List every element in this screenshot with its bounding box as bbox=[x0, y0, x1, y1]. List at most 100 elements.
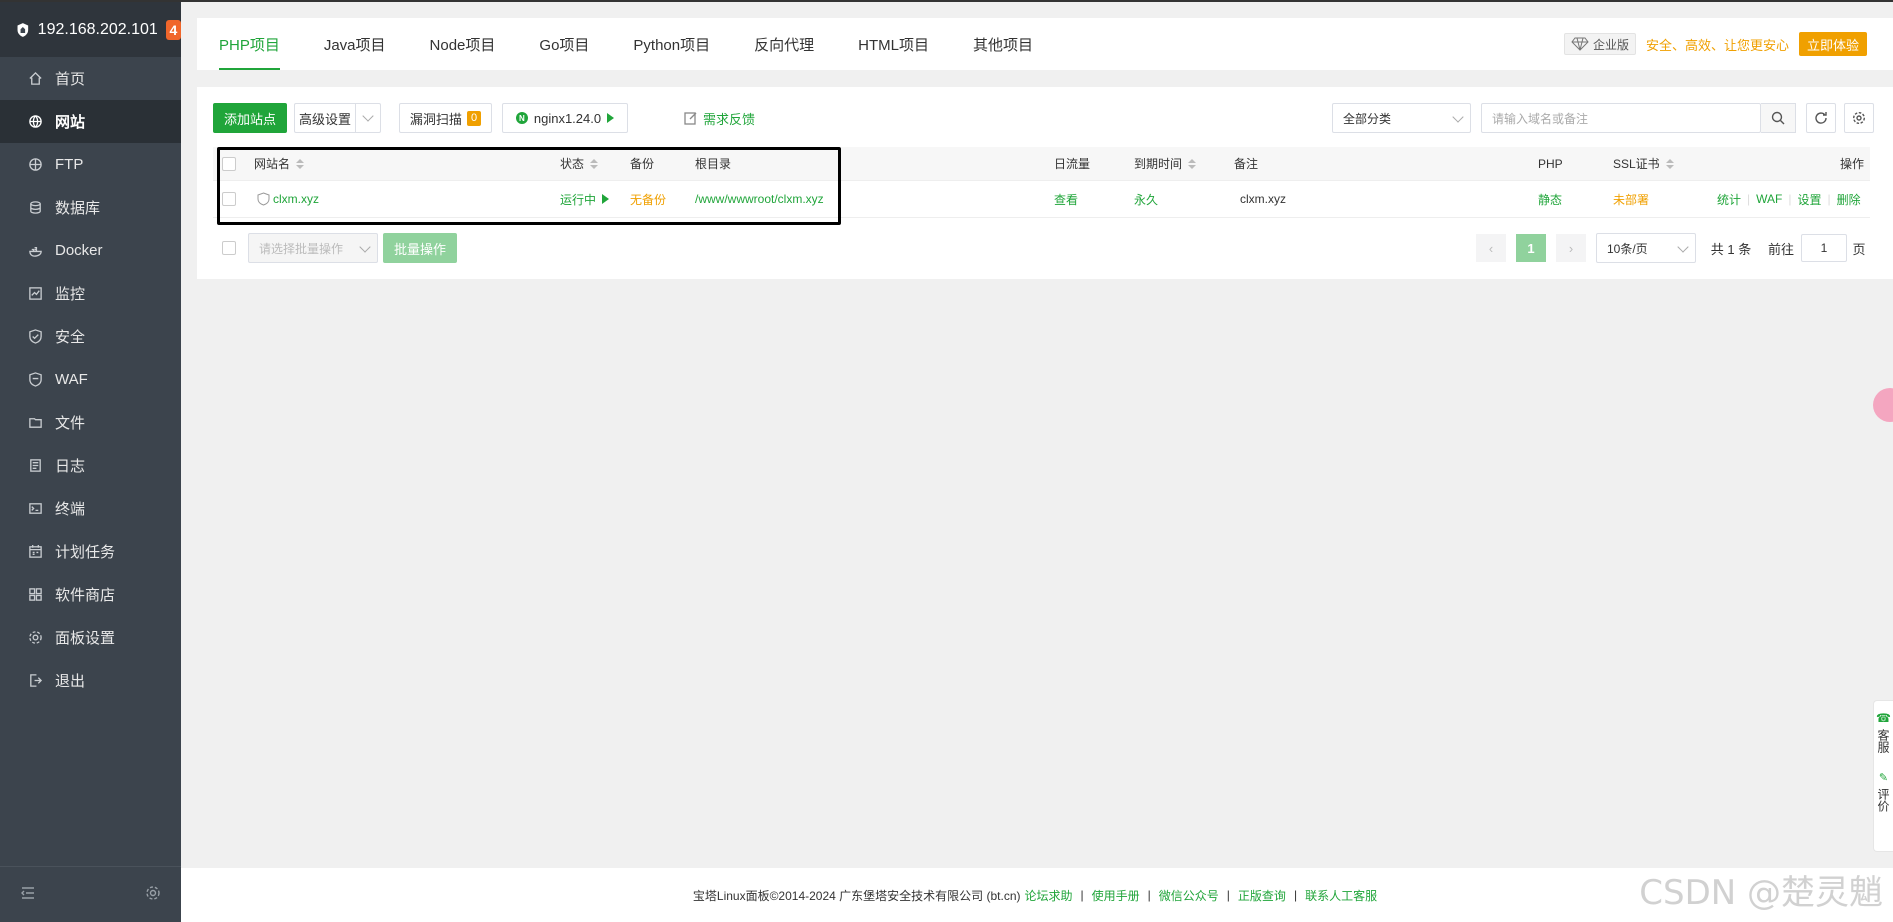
sidebar-item-cron[interactable]: 计划任务 bbox=[0, 530, 181, 573]
sidebar-menu: 首页 网站 FTP 数据库 Docker 监控 安全 WAF 文件 日志 终端 … bbox=[0, 57, 181, 702]
page-1-button[interactable]: 1 bbox=[1516, 234, 1546, 262]
search-button[interactable] bbox=[1761, 103, 1796, 133]
sidebar-item-label: 计划任务 bbox=[55, 544, 116, 561]
log-icon bbox=[27, 458, 43, 474]
footer-link-support[interactable]: 联系人工客服 bbox=[1305, 887, 1377, 904]
footer: 宝塔Linux面板©2014-2024 广东堡塔安全技术有限公司 (bt.cn)… bbox=[181, 868, 1893, 922]
footer-link-forum[interactable]: 论坛求助 bbox=[1025, 887, 1073, 904]
status-running[interactable]: 运行中 bbox=[560, 181, 610, 217]
col-site-name[interactable]: 网站名 bbox=[254, 147, 305, 180]
ssl-status-link[interactable]: 未部署 bbox=[1613, 181, 1649, 217]
footer-link-wechat[interactable]: 微信公众号 bbox=[1159, 887, 1219, 904]
tab-go[interactable]: Go项目 bbox=[517, 18, 611, 70]
sidebar-item-files[interactable]: 文件 bbox=[0, 401, 181, 444]
collapse-sidebar-icon[interactable] bbox=[20, 885, 36, 904]
try-now-button[interactable]: 立即体验 bbox=[1798, 32, 1867, 56]
row-actions: 统计 | WAF | 设置 | 删除 bbox=[1717, 191, 1861, 208]
tab-other[interactable]: 其他项目 bbox=[951, 18, 1055, 70]
col-status[interactable]: 状态 bbox=[560, 147, 599, 180]
col-ssl[interactable]: SSL证书 bbox=[1613, 147, 1674, 180]
remark-field[interactable]: clxm.xyz bbox=[1240, 181, 1286, 217]
sidebar-item-website[interactable]: 网站 bbox=[0, 100, 181, 143]
sidebar-item-waf[interactable]: WAF bbox=[0, 358, 181, 401]
col-traffic: 日流量 bbox=[1054, 157, 1091, 171]
tab-java[interactable]: Java项目 bbox=[302, 18, 408, 70]
php-version-link[interactable]: 静态 bbox=[1538, 181, 1562, 217]
refresh-button[interactable] bbox=[1806, 103, 1836, 133]
expire-link[interactable]: 永久 bbox=[1134, 181, 1158, 217]
settings-link[interactable]: 设置 bbox=[1797, 191, 1821, 208]
prev-page-button[interactable]: ‹ bbox=[1476, 234, 1506, 262]
footer-link-license[interactable]: 正版查询 bbox=[1238, 887, 1286, 904]
col-expire[interactable]: 到期时间 bbox=[1134, 147, 1197, 180]
play-icon bbox=[607, 113, 615, 123]
goto-page-input[interactable]: 1 bbox=[1801, 234, 1847, 262]
tab-reverse-proxy[interactable]: 反向代理 bbox=[732, 18, 836, 70]
panel-logo-icon bbox=[17, 22, 29, 37]
feedback-link[interactable]: 需求反馈 bbox=[684, 103, 755, 133]
site-list-panel: 添加站点 高级设置 漏洞扫描 0 Nnginx1.24.0 需求反馈 全部分类 请… bbox=[197, 87, 1893, 279]
root-dir-link[interactable]: /www/wwwroot/clxm.xyz bbox=[695, 181, 824, 217]
backup-link[interactable]: 无备份 bbox=[630, 181, 666, 217]
headset-icon: ☎ bbox=[1876, 711, 1891, 725]
row-checkbox[interactable] bbox=[222, 181, 236, 217]
sidebar-item-ftp[interactable]: FTP bbox=[0, 143, 181, 186]
tab-node[interactable]: Node项目 bbox=[408, 18, 518, 70]
nginx-button[interactable]: Nnginx1.24.0 bbox=[502, 103, 628, 133]
project-tabs: PHP项目 Java项目 Node项目 Go项目 Python项目 反向代理 H… bbox=[197, 18, 1893, 70]
add-site-button[interactable]: 添加站点 bbox=[213, 103, 287, 133]
delete-link[interactable]: 删除 bbox=[1837, 191, 1861, 208]
footer-link-manual[interactable]: 使用手册 bbox=[1092, 887, 1140, 904]
sidebar-item-security[interactable]: 安全 bbox=[0, 315, 181, 358]
waf-link[interactable]: WAF bbox=[1756, 192, 1782, 206]
sidebar-item-label: FTP bbox=[55, 156, 84, 173]
enterprise-promo: 企业版 安全、高效、让您更安心 立即体验 bbox=[1563, 32, 1867, 56]
floating-assistant-icon[interactable] bbox=[1873, 388, 1893, 422]
rating-link[interactable]: 评价 bbox=[1875, 788, 1892, 812]
advanced-settings-dropdown[interactable] bbox=[355, 103, 381, 133]
stats-link[interactable]: 统计 bbox=[1717, 191, 1741, 208]
sidebar-item-database[interactable]: 数据库 bbox=[0, 186, 181, 229]
tab-html[interactable]: HTML项目 bbox=[836, 18, 951, 70]
sidebar-item-docker[interactable]: Docker bbox=[0, 229, 181, 272]
search-input[interactable]: 请输入域名或备注 bbox=[1481, 103, 1761, 133]
col-backup: 备份 bbox=[630, 157, 655, 171]
traffic-view-link[interactable]: 查看 bbox=[1054, 181, 1078, 217]
enterprise-badge: 企业版 bbox=[1563, 33, 1636, 55]
table-settings-button[interactable] bbox=[1844, 103, 1874, 133]
notification-badge[interactable]: 4 bbox=[165, 19, 181, 40]
sidebar-item-label: 文件 bbox=[55, 415, 86, 432]
sidebar-item-settings[interactable]: 面板设置 bbox=[0, 616, 181, 659]
next-page-button[interactable]: › bbox=[1556, 234, 1586, 262]
site-name-link[interactable]: clxm.xyz bbox=[257, 181, 319, 217]
settings-gear-icon[interactable] bbox=[145, 885, 161, 904]
diamond-icon bbox=[1571, 37, 1589, 51]
col-root: 根目录 bbox=[695, 157, 732, 171]
page-size-select[interactable]: 10条/页 bbox=[1596, 233, 1696, 263]
sidebar-item-terminal[interactable]: 终端 bbox=[0, 487, 181, 530]
bulk-and-pagination: 请选择批量操作 批量操作 ‹ 1 › 10条/页 共 1 条 前往 1 页 bbox=[213, 233, 1893, 263]
vuln-count-badge: 0 bbox=[466, 110, 482, 126]
bulk-action-select[interactable]: 请选择批量操作 bbox=[248, 233, 378, 263]
tab-php[interactable]: PHP项目 bbox=[197, 18, 302, 70]
bulk-action-button[interactable]: 批量操作 bbox=[383, 233, 457, 263]
vuln-scan-button[interactable]: 漏洞扫描 0 bbox=[399, 103, 492, 133]
sidebar-item-label: 终端 bbox=[55, 501, 86, 518]
sidebar-item-label: 退出 bbox=[55, 673, 86, 690]
tab-python[interactable]: Python项目 bbox=[611, 18, 732, 70]
bulk-select-checkbox[interactable] bbox=[222, 233, 236, 263]
chevron-down-icon bbox=[1677, 241, 1689, 253]
sidebar-item-home[interactable]: 首页 bbox=[0, 57, 181, 100]
sidebar-item-label: 日志 bbox=[55, 458, 86, 475]
sidebar-item-monitor[interactable]: 监控 bbox=[0, 272, 181, 315]
sidebar-item-store[interactable]: 软件商店 bbox=[0, 573, 181, 616]
customer-service-link[interactable]: 客服 bbox=[1875, 729, 1892, 753]
category-select[interactable]: 全部分类 bbox=[1332, 103, 1471, 133]
floating-side-panel: ☎ 客服 ✎ 评价 bbox=[1873, 700, 1893, 852]
ftp-globe-icon bbox=[27, 157, 43, 173]
sidebar-item-logs[interactable]: 日志 bbox=[0, 444, 181, 487]
sidebar-item-logout[interactable]: 退出 bbox=[0, 659, 181, 702]
nginx-icon: N bbox=[515, 112, 528, 124]
select-all-checkbox[interactable] bbox=[222, 147, 236, 180]
advanced-settings-button[interactable]: 高级设置 bbox=[294, 103, 355, 133]
